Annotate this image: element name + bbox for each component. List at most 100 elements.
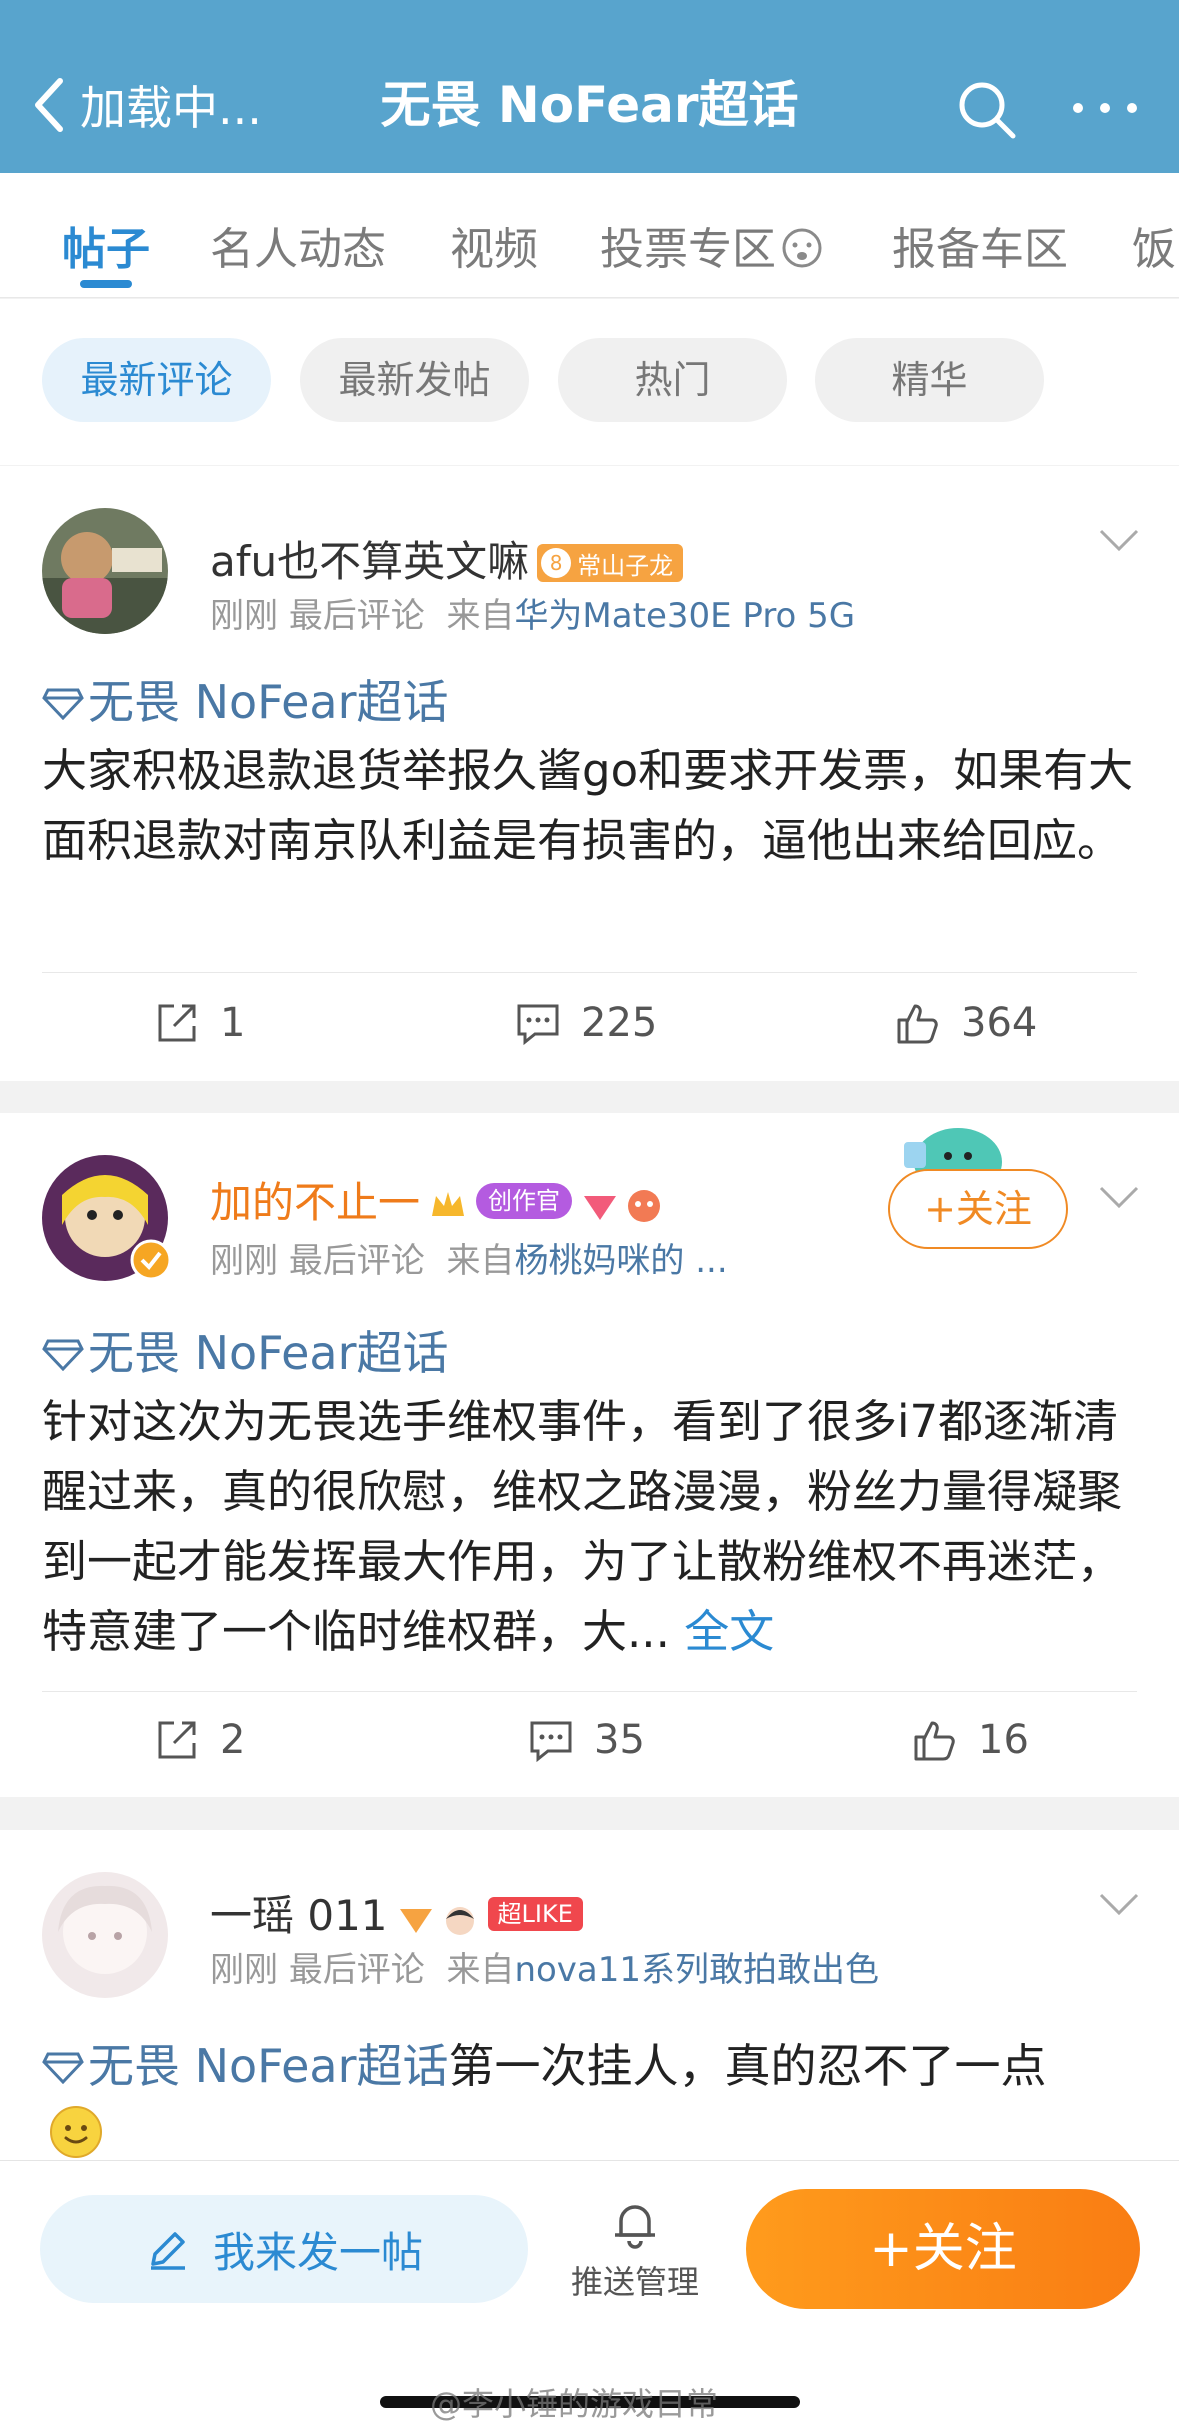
username[interactable]: 一瑶 011 超LIKE [210, 1882, 583, 1943]
level-title: 常山子龙 [577, 551, 674, 580]
topic-link[interactable]: 无畏 NoFear超话 [42, 666, 449, 732]
creator-badge: 创作官 [476, 1183, 573, 1219]
fan-badge-icon [628, 1189, 661, 1222]
thumbs-up-icon [914, 1721, 955, 1761]
filter-featured[interactable]: 精华 [815, 338, 1044, 422]
post-source[interactable]: nova11系列敢拍敢出色 [514, 1950, 879, 1990]
bottom-action-bar: 我来发一帖 推送管理 +关注 @李小锤的游戏日常 [0, 2160, 1179, 2436]
level-diamond-icon [399, 1908, 432, 1933]
source-prefix: 来自 [446, 1241, 515, 1281]
avatar[interactable] [42, 1872, 168, 1998]
follow-user-button[interactable]: +关注 [888, 1169, 1068, 1249]
filter-latest-comment[interactable]: 最新评论 [42, 338, 271, 422]
channel-tabs: 帖子 名人动态 视频 投票专区 报备车区 饭 [0, 173, 1179, 298]
tab-video[interactable]: 视频 [450, 213, 538, 277]
tab-celebrity[interactable]: 名人动态 [210, 213, 386, 277]
username-text: 加的不止一 [210, 1178, 421, 1227]
top-nav-bar: 加载中... 无畏 NoFear超话 [0, 0, 1179, 173]
tab-fan[interactable]: 饭 [1132, 213, 1176, 277]
pencil-icon [150, 2232, 185, 2270]
chevron-down-icon[interactable] [1098, 528, 1140, 552]
divider [42, 1691, 1137, 1692]
username[interactable]: afu也不算英文嘛 8 常山子龙 [210, 528, 684, 589]
superlike-badge: 超LIKE [487, 1897, 583, 1931]
post-time: 刚刚 [210, 596, 278, 636]
username-text: 一瑶 011 [210, 1891, 388, 1940]
level-number: 8 [541, 548, 572, 578]
repost-button[interactable]: 2 [154, 1717, 245, 1763]
diamond-icon [42, 2052, 84, 2085]
repost-count: 2 [220, 1717, 246, 1763]
avatar[interactable] [42, 508, 168, 634]
verified-icon [130, 1239, 172, 1281]
post-tag: 最后评论 [288, 1241, 425, 1281]
push-settings-button[interactable]: 推送管理 [560, 2195, 710, 2303]
comment-icon [517, 1004, 559, 1046]
post-card[interactable]: 一瑶 011 超LIKE 刚刚 最后评论 来自nova11系列敢拍敢出色 无畏 N… [0, 1830, 1179, 2160]
comment-button[interactable]: 225 [515, 1000, 657, 1046]
diamond-icon [42, 688, 84, 721]
topic-label: 无畏 NoFear超话 [88, 2039, 449, 2093]
source-prefix: 来自 [446, 1950, 515, 1990]
source-prefix: 来自 [446, 596, 515, 636]
divider [42, 972, 1137, 973]
tab-active-indicator [80, 280, 132, 288]
like-button[interactable]: 16 [912, 1717, 1029, 1763]
post-tag: 最后评论 [288, 596, 425, 636]
share-icon [158, 1721, 196, 1759]
post-meta: 刚刚 最后评论 来自华为Mate30E Pro 5G [210, 588, 855, 637]
tab-posts[interactable]: 帖子 [62, 213, 150, 277]
chevron-down-icon[interactable] [1098, 1185, 1140, 1209]
crown-icon [432, 1191, 465, 1216]
post-tag: 最后评论 [288, 1950, 425, 1990]
like-button[interactable]: 364 [895, 1000, 1037, 1046]
tab-vote[interactable]: 投票专区 [600, 213, 824, 277]
tab-report[interactable]: 报备车区 [892, 213, 1068, 277]
diamond-icon [42, 1339, 84, 1372]
push-settings-label: 推送管理 [570, 2263, 699, 2301]
username-text: afu也不算英文嘛 [210, 537, 530, 586]
post-source[interactable]: 杨桃妈咪的 ... [514, 1241, 727, 1281]
topic-label: 无畏 NoFear超话 [88, 675, 449, 729]
bell-icon [615, 2205, 655, 2249]
repost-count: 1 [220, 1000, 246, 1046]
like-count: 364 [961, 1000, 1038, 1046]
new-post-button[interactable]: 我来发一帖 [40, 2195, 528, 2303]
topic-label: 无畏 NoFear超话 [88, 1326, 449, 1380]
cartoon-avatar-icon [445, 1906, 474, 1935]
comment-button[interactable]: 35 [528, 1717, 645, 1763]
comment-count: 35 [594, 1717, 645, 1763]
repost-button[interactable]: 1 [154, 1000, 245, 1046]
filter-bar: 最新评论 最新发帖 热门 精华 [0, 299, 1179, 465]
username[interactable]: 加的不止一 创作官 [210, 1169, 664, 1230]
post-text: 针对这次为无畏选手维权事件，看到了很多i7都逐渐清醒过来，真的很欣慰，维权之路漫… [42, 1387, 1142, 1667]
post-meta: 刚刚 最后评论 来自nova11系列敢拍敢出色 [210, 1942, 879, 1991]
new-post-label: 我来发一帖 [212, 2227, 423, 2277]
watermark: @李小锤的游戏日常 [430, 2385, 719, 2423]
topic-link[interactable]: 无畏 NoFear超话第一次挂人，真的忍不了一点 [42, 2030, 1047, 2096]
post-meta: 刚刚 最后评论 来自杨桃妈咪的 ... [210, 1233, 728, 1282]
filter-hot[interactable]: 热门 [558, 338, 787, 422]
tab-vote-label: 投票专区 [600, 224, 776, 275]
post-text-content: 针对这次为无畏选手维权事件，看到了很多i7都逐渐清醒过来，真的很欣慰，维权之路漫… [42, 1395, 1123, 1658]
post-card[interactable]: afu也不算英文嘛 8 常山子龙 刚刚 最后评论 来自华为Mate30E Pro 5… [0, 466, 1179, 1081]
filter-latest-post[interactable]: 最新发帖 [300, 338, 529, 422]
comment-count: 225 [581, 1000, 658, 1046]
level-badge: 8 常山子龙 [537, 544, 684, 582]
post-source[interactable]: 华为Mate30E Pro 5G [514, 596, 855, 636]
post-text: 大家积极退款退货举报久酱go和要求开发票，如果有大面积退款对南京队利益是有损害的… [42, 744, 1134, 867]
topic-link[interactable]: 无畏 NoFear超话 [42, 1317, 449, 1383]
post-time: 刚刚 [210, 1950, 278, 1990]
mascot-icon [904, 1128, 1002, 1174]
follow-topic-button[interactable]: +关注 [746, 2189, 1140, 2309]
post-time: 刚刚 [210, 1241, 278, 1281]
vote-face-icon [782, 228, 822, 268]
thumbs-up-icon [897, 1004, 938, 1044]
share-icon [158, 1004, 196, 1042]
full-text-link[interactable]: 全文 [684, 1605, 774, 1658]
search-icon[interactable] [955, 78, 1019, 142]
smile-emoji-icon [50, 2106, 102, 2158]
more-icon[interactable] [1070, 96, 1140, 120]
vip-icon [584, 1195, 617, 1220]
chevron-down-icon[interactable] [1098, 1892, 1140, 1916]
